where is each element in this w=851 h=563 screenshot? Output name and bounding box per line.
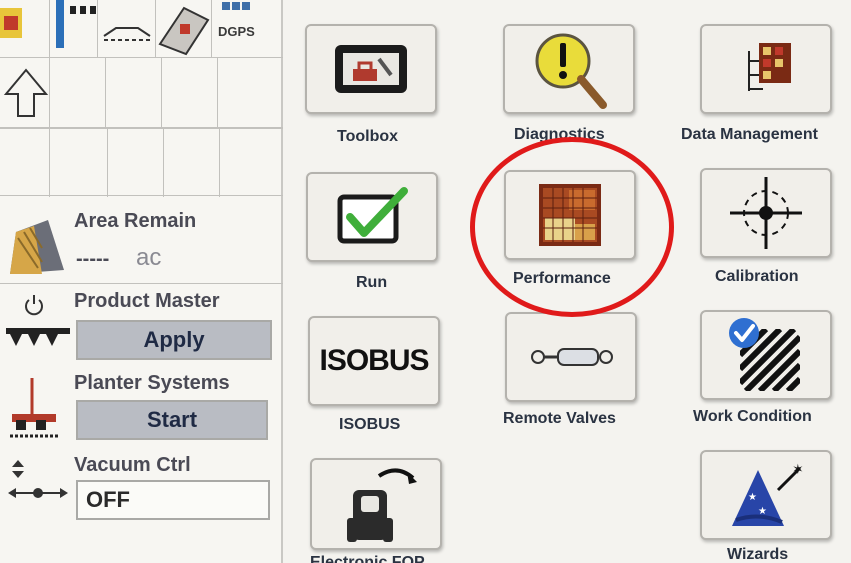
row-units-icon [6,328,70,346]
valve-link-icon [8,488,68,498]
electronic-fop-tile[interactable] [310,458,442,550]
product-master-label: Product Master [74,290,220,312]
power-icon [25,295,43,316]
work-condition-icon [729,318,800,391]
gps-status-cell[interactable]: DGPS [212,0,283,58]
crosshair-icon [730,177,802,249]
tilt-angle-icon[interactable] [156,0,212,58]
up-arrow-icon[interactable] [0,58,50,128]
vacuum-ctrl-label: Vacuum Ctrl [74,454,191,476]
magnifier-warning-icon [535,33,607,109]
up-down-icon [12,460,24,478]
app-label-wizards: Wizards [727,546,789,563]
shortcut-slot[interactable] [108,129,164,197]
isobus-icon: ISOBUS [319,344,429,377]
hitch-position-icon[interactable] [50,0,98,58]
app-label-work-condition: Work Condition [693,408,812,425]
shortcut-slot[interactable] [50,58,106,128]
area-remain-label: Area Remain [74,210,197,232]
isobus-tile[interactable]: ISOBUS [308,316,440,406]
satellite-icon [222,2,250,10]
product-master-apply-button[interactable]: Apply [76,320,272,360]
tractor-fop-icon [347,468,417,542]
area-remain-block[interactable]: Area Remain ----- ac [0,198,283,284]
planter-systems-block: Planter Systems Start [0,366,283,448]
vacuum-ctrl-value-field[interactable]: OFF [76,480,270,520]
shortcut-slot[interactable] [106,58,162,128]
hydraulic-cylinder-icon [531,348,613,366]
performance-highlight-circle [470,137,674,317]
wizard-hat-icon: ★ ★ ✶ [732,462,804,526]
run-page-panel: DGPS Area Remain ----- ac Product Master… [0,0,283,563]
data-management-tile[interactable] [700,24,832,114]
planter-icon [10,378,58,438]
vacuum-ctrl-block: Vacuum Ctrl OFF [0,448,283,528]
run-tile[interactable] [306,172,438,262]
calibration-tile[interactable] [700,168,832,258]
checkmark-icon [337,187,408,244]
status-icon-row: DGPS [0,0,283,58]
planter-systems-label: Planter Systems [74,372,230,394]
app-label-calibration: Calibration [715,268,799,285]
engine-status-icon[interactable] [0,0,50,58]
app-label-isobus: ISOBUS [339,416,401,433]
svg-text:★: ★ [758,506,767,517]
app-label-data-management: Data Management [681,126,818,143]
toolbox-icon [335,45,407,93]
product-master-block: Product Master Apply [0,284,283,366]
remote-valves-tile[interactable] [505,312,637,402]
planter-systems-start-button[interactable]: Start [76,400,268,440]
dgps-label: DGPS [218,24,255,39]
field-coverage-icon [10,220,64,274]
svg-text:★: ★ [748,492,757,503]
svg-text:✶: ✶ [792,462,804,478]
app-label-electronic-fop: Electronic FOP [310,554,425,563]
app-label-toolbox: Toolbox [337,128,399,145]
area-remain-unit: ac [136,244,162,271]
app-label-run: Run [356,274,388,291]
toolbox-tile[interactable] [305,24,437,114]
shortcut-row-2 [0,128,283,197]
area-remain-value: ----- [76,248,110,270]
app-label-remote-valves: Remote Valves [503,410,616,427]
shortcut-slot[interactable] [0,129,50,197]
shortcut-row-1 [0,58,283,128]
shortcut-slot[interactable] [50,129,108,197]
data-management-icon [748,43,791,91]
shortcut-slot[interactable] [162,58,218,128]
implement-lift-icon[interactable] [98,0,156,58]
diagnostics-tile[interactable] [503,24,635,114]
shortcut-slot[interactable] [164,129,220,197]
work-condition-tile[interactable] [700,310,832,400]
wizards-tile[interactable]: ★ ★ ✶ [700,450,832,540]
